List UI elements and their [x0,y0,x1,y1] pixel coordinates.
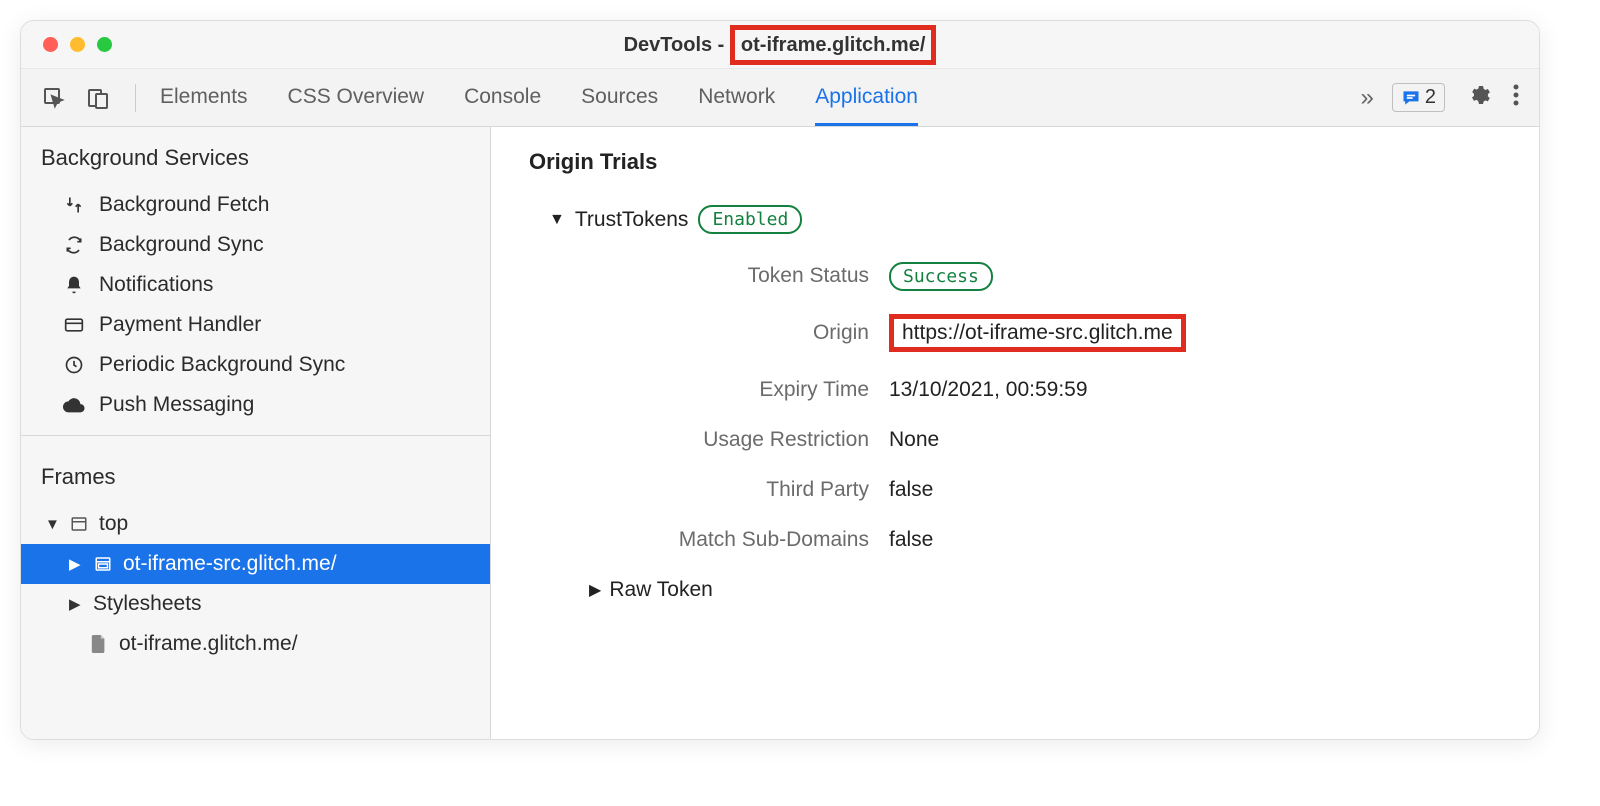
tab-elements[interactable]: Elements [160,71,248,125]
token-status-badge: Success [889,262,993,291]
value-origin: https://ot-iframe-src.glitch.me [889,314,1501,352]
tree-frame-selected[interactable]: ▶ ot-iframe-src.glitch.me/ [21,544,490,584]
sidebar-item-label: Periodic Background Sync [99,353,345,377]
sidebar-item-label: Payment Handler [99,313,261,337]
message-icon [1401,88,1421,108]
tab-sources[interactable]: Sources [581,71,658,125]
tabbar: Elements CSS Overview Console Sources Ne… [21,69,1539,127]
sidebar-divider [21,435,490,436]
inspect-element-icon[interactable] [41,85,67,111]
raw-token-label: Raw Token [609,578,713,602]
trial-status-badge: Enabled [698,205,802,234]
chevron-down-icon: ▼ [45,516,59,533]
label-usage: Usage Restriction [589,428,889,452]
chevron-down-icon: ▼ [549,211,565,229]
chevron-right-icon: ▶ [69,595,83,613]
frames-tree: ▼ top ▶ ot-iframe-src.glitch.me/ ▶ Style… [21,504,490,674]
window-icon [69,514,89,534]
right-tools: 2 [1392,83,1519,113]
minimize-window-button[interactable] [70,37,85,52]
close-window-button[interactable] [43,37,58,52]
origin-highlight: https://ot-iframe-src.glitch.me [889,314,1186,352]
sidebar-item-bg-sync[interactable]: Background Sync [21,225,490,265]
tab-application[interactable]: Application [815,71,918,126]
device-toolbar-icon[interactable] [85,85,111,111]
sidebar-item-label: Background Sync [99,233,264,257]
tree-label: Stylesheets [93,592,202,616]
value-third-party: false [889,478,1501,502]
messages-button[interactable]: 2 [1392,83,1445,112]
content-panel: Origin Trials ▼ TrustTokens Enabled Toke… [491,127,1539,739]
main-tabs: Elements CSS Overview Console Sources Ne… [160,71,1343,125]
value-usage: None [889,428,1501,452]
file-icon [89,634,109,654]
sidebar-item-bg-fetch[interactable]: Background Fetch [21,185,490,225]
sidebar-item-periodic-sync[interactable]: Periodic Background Sync [21,345,490,385]
more-options-icon[interactable] [1513,83,1519,113]
chevron-right-icon: ▶ [69,555,83,573]
content-heading: Origin Trials [529,149,1501,175]
raw-token-row[interactable]: ▶ Raw Token [589,578,1501,602]
chevron-right-icon: ▶ [589,580,601,600]
cloud-icon [63,394,85,416]
tab-console[interactable]: Console [464,71,541,125]
devtools-window: DevTools - ot-iframe.glitch.me/ Elements… [20,20,1540,740]
tab-css-overview[interactable]: CSS Overview [288,71,425,125]
sidebar-item-label: Notifications [99,273,213,297]
traffic-lights [21,37,112,52]
tree-label: ot-iframe-src.glitch.me/ [123,552,337,576]
tree-stylesheets[interactable]: ▶ Stylesheets [21,584,490,624]
tree-stylesheet-item[interactable]: ot-iframe.glitch.me/ [21,624,490,664]
sidebar-item-payment-handler[interactable]: Payment Handler [21,305,490,345]
bg-fetch-icon [63,194,85,216]
sidebar-section-frames: Frames [21,446,490,504]
sidebar-item-push-messaging[interactable]: Push Messaging [21,385,490,425]
titlebar: DevTools - ot-iframe.glitch.me/ [21,21,1539,69]
trial-name: TrustTokens [575,208,689,232]
message-count: 2 [1425,86,1436,109]
value-match-sub: false [889,528,1501,552]
value-expiry: 13/10/2021, 00:59:59 [889,378,1501,402]
bell-icon [63,274,85,296]
sidebar-item-notifications[interactable]: Notifications [21,265,490,305]
tree-label: top [99,512,128,536]
sidebar-item-label: Push Messaging [99,393,254,417]
value-token-status: Success [889,264,1501,288]
label-match-sub: Match Sub-Domains [589,528,889,552]
label-third-party: Third Party [589,478,889,502]
application-sidebar: Background Services Background Fetch Bac… [21,127,491,739]
tab-network[interactable]: Network [698,71,775,125]
sidebar-item-label: Background Fetch [99,193,269,217]
iframe-icon [93,554,113,574]
card-icon [63,314,85,336]
sync-icon [63,234,85,256]
label-origin: Origin [589,321,889,345]
title-url-highlight: ot-iframe.glitch.me/ [730,25,936,65]
maximize-window-button[interactable] [97,37,112,52]
more-tabs-icon[interactable]: » [1361,84,1374,112]
toolbar-divider [135,84,136,112]
settings-icon[interactable] [1467,83,1491,113]
sidebar-section-bg-services: Background Services [21,127,490,185]
trial-row[interactable]: ▼ TrustTokens Enabled [549,205,1501,234]
tree-label: ot-iframe.glitch.me/ [119,632,298,656]
window-title: DevTools - ot-iframe.glitch.me/ [21,25,1539,65]
tree-top-frame[interactable]: ▼ top [21,504,490,544]
label-token-status: Token Status [589,264,889,288]
main-split: Background Services Background Fetch Bac… [21,127,1539,739]
clock-icon [63,354,85,376]
label-expiry: Expiry Time [589,378,889,402]
title-prefix: DevTools - [624,34,730,56]
trial-details: Token Status Success Origin https://ot-i… [589,264,1501,552]
